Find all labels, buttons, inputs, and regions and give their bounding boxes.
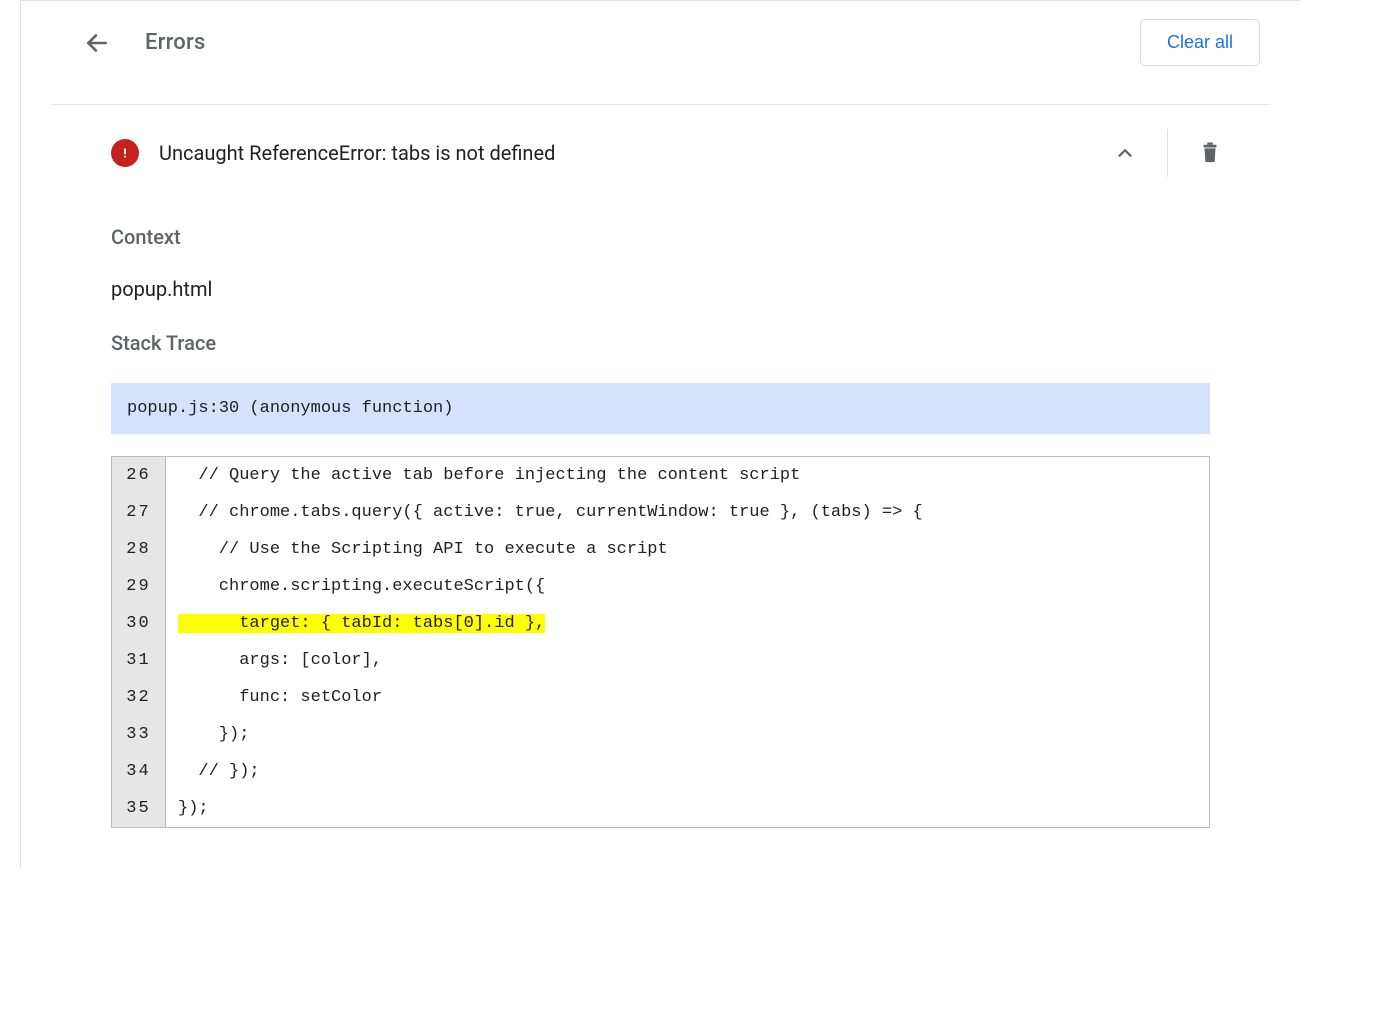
code-text: // Query the active tab before injecting… [166, 457, 1209, 494]
collapse-button[interactable] [1101, 129, 1149, 177]
stack-trace-heading: Stack Trace [111, 331, 1210, 355]
action-divider [1167, 129, 1168, 177]
error-icon [111, 139, 139, 167]
line-number: 26 [112, 457, 166, 494]
context-value: popup.html [111, 277, 1210, 301]
back-button[interactable] [77, 23, 117, 63]
code-line: 35}); [112, 790, 1209, 827]
code-text: target: { tabId: tabs[0].id }, [166, 605, 1209, 642]
code-line: 29 chrome.scripting.executeScript({ [112, 568, 1209, 605]
line-number: 31 [112, 642, 166, 679]
code-text: // chrome.tabs.query({ active: true, cur… [166, 494, 1209, 531]
code-line: 27 // chrome.tabs.query({ active: true, … [112, 494, 1209, 531]
arrow-left-icon [84, 30, 110, 56]
code-text: chrome.scripting.executeScript({ [166, 568, 1209, 605]
page-title: Errors [145, 30, 206, 55]
code-text: func: setColor [166, 679, 1209, 716]
clear-all-button[interactable]: Clear all [1140, 19, 1260, 66]
code-line: 26 // Query the active tab before inject… [112, 457, 1209, 494]
line-number: 30 [112, 605, 166, 642]
stack-frame[interactable]: popup.js:30 (anonymous function) [111, 383, 1210, 434]
code-line: 33 }); [112, 716, 1209, 753]
code-line: 31 args: [color], [112, 642, 1209, 679]
line-number: 28 [112, 531, 166, 568]
code-text: }); [166, 716, 1209, 753]
chevron-up-icon [1114, 142, 1136, 164]
code-text: // }); [166, 753, 1209, 790]
errors-panel: Errors Clear all Uncaught ReferenceError… [20, 0, 1300, 868]
code-line: 34 // }); [112, 753, 1209, 790]
code-line: 30 target: { tabId: tabs[0].id }, [112, 605, 1209, 642]
header-bar: Errors Clear all [21, 1, 1300, 84]
line-number: 34 [112, 753, 166, 790]
delete-error-button[interactable] [1186, 129, 1234, 177]
trash-icon [1199, 141, 1221, 165]
code-text: }); [166, 790, 1209, 827]
line-number: 33 [112, 716, 166, 753]
line-number: 35 [112, 790, 166, 827]
code-text: // Use the Scripting API to execute a sc… [166, 531, 1209, 568]
error-row: Uncaught ReferenceError: tabs is not def… [21, 105, 1300, 201]
line-number: 29 [112, 568, 166, 605]
code-text: args: [color], [166, 642, 1209, 679]
error-message: Uncaught ReferenceError: tabs is not def… [159, 141, 1101, 165]
code-viewer: 26 // Query the active tab before inject… [111, 456, 1210, 828]
line-number: 27 [112, 494, 166, 531]
code-line: 28 // Use the Scripting API to execute a… [112, 531, 1209, 568]
error-details: Context popup.html Stack Trace popup.js:… [21, 225, 1300, 828]
line-number: 32 [112, 679, 166, 716]
highlighted-code: target: { tabId: tabs[0].id }, [178, 614, 545, 633]
code-line: 32 func: setColor [112, 679, 1209, 716]
context-heading: Context [111, 225, 1210, 249]
